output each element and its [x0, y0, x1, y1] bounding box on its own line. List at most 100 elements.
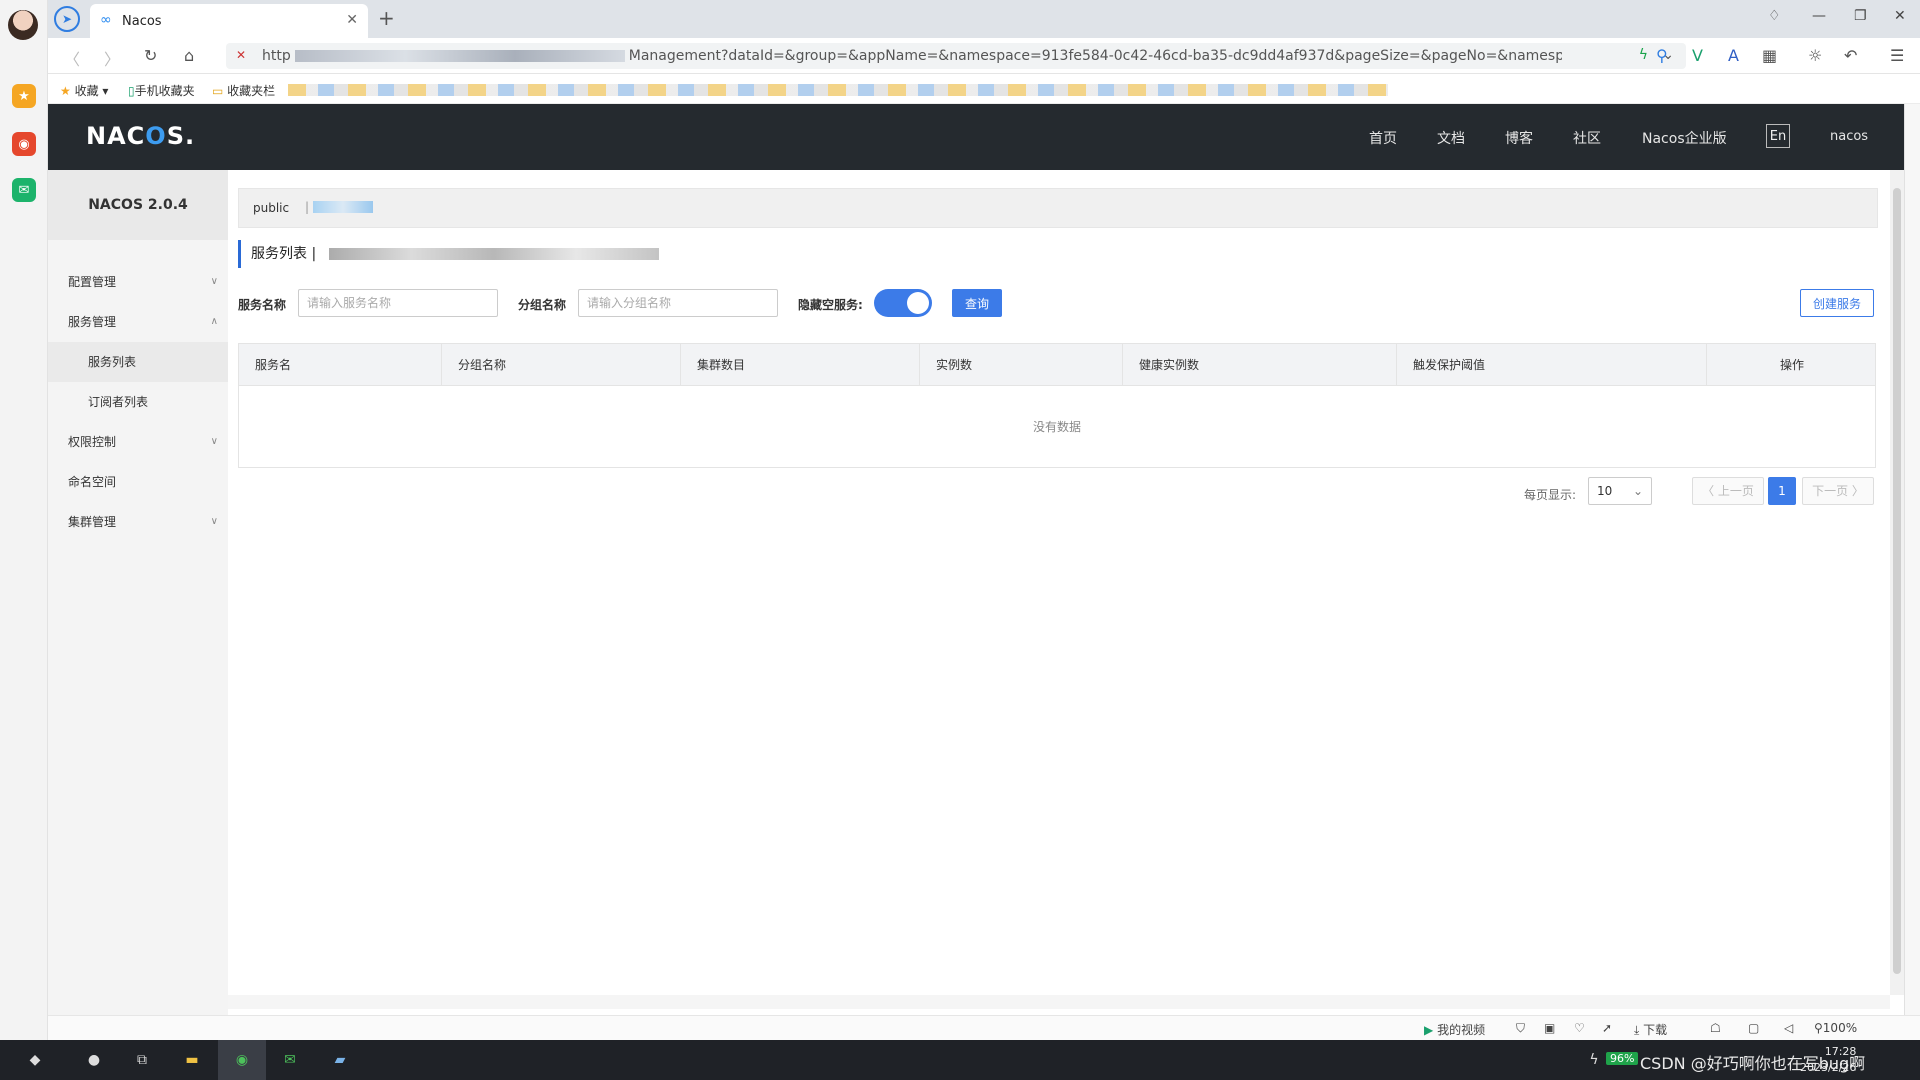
namespace-separator: | [305, 200, 310, 214]
new-tab-icon[interactable]: + [378, 6, 395, 30]
editor-icon[interactable]: ▰ [326, 1048, 354, 1072]
nav-docs[interactable]: 文档 [1437, 128, 1465, 148]
browser-taskbar-icon[interactable]: ◉ [218, 1040, 266, 1080]
favorites-icon[interactable]: ★ [12, 84, 36, 108]
next-page-button[interactable]: 下一页 〉 [1802, 477, 1874, 505]
vue-devtools-icon[interactable]: V [1692, 46, 1703, 65]
skin-icon[interactable]: ♢ [1768, 8, 1781, 24]
page-size-select[interactable]: 10 ⌄ [1588, 477, 1652, 505]
clock[interactable]: 17:28 2023/2/26 [1800, 1044, 1856, 1076]
wechat-icon[interactable]: ✉ [276, 1048, 304, 1072]
namespace-public[interactable]: public [253, 201, 289, 215]
bookmark-favorites[interactable]: ★ 收藏 ▾ [60, 82, 108, 99]
nav-enterprise[interactable]: Nacos企业版 [1642, 128, 1727, 148]
bookmark-mobile[interactable]: ▯手机收藏夹 [128, 82, 195, 99]
restore-icon[interactable]: ❐ [1854, 8, 1867, 24]
rocket-icon[interactable]: ➚ [1602, 1021, 1612, 1035]
menu-namespace[interactable]: 命名空间 [48, 462, 228, 502]
menu-cluster-management[interactable]: 集群管理 ∨ [48, 502, 228, 542]
page-title: 服务列表 | [238, 240, 659, 268]
namespace-blurred[interactable] [313, 201, 373, 213]
folder-icon: ▭ [212, 84, 224, 98]
menu-label: 权限控制 [68, 435, 117, 449]
chevron-down-icon: ∨ [210, 516, 218, 527]
user-menu[interactable]: nacos [1830, 129, 1868, 144]
title-text: 服务列表 [251, 246, 307, 262]
chevron-down-icon: ∨ [210, 436, 218, 447]
menu-service-list[interactable]: 服务列表 [48, 342, 228, 382]
nav-blog[interactable]: 博客 [1505, 128, 1533, 148]
task-view-icon[interactable]: ⧉ [128, 1048, 156, 1072]
bookmark-bar-folder[interactable]: ▭ 收藏夹栏 [212, 82, 275, 99]
undo-icon[interactable]: ↶ [1844, 46, 1857, 65]
group-name-input[interactable] [578, 289, 778, 317]
weibo-icon[interactable]: ◉ [12, 132, 36, 156]
reload-icon[interactable]: ↻ [144, 46, 157, 65]
browser-menu-icon[interactable]: ➤ [54, 6, 80, 32]
start-icon[interactable]: ◆ [20, 1048, 50, 1072]
tab-title: Nacos [122, 14, 162, 29]
os-taskbar: ◆ ● ⧉ ▬ ◉ ✉ ▰ ϟ 96% CSDN @好巧啊你也在写bug啊 17… [0, 1040, 1920, 1080]
battery-indicator[interactable]: 96% [1606, 1052, 1639, 1065]
address-bar[interactable]: ✕ http Management?dataId=&group=&appName=… [226, 43, 1686, 69]
browser-tabbar: ➤ ∞ Nacos ✕ + ♢ — ❐ ✕ [48, 0, 1920, 38]
create-service-button[interactable]: 创建服务 [1800, 289, 1874, 317]
close-tab-icon[interactable]: ✕ [346, 12, 358, 28]
sound-icon[interactable]: ◁ [1784, 1021, 1793, 1035]
page-size-value: 10 [1597, 484, 1613, 498]
apps-icon[interactable]: ▦ [1762, 46, 1777, 65]
heart-icon[interactable]: ♡ [1574, 1021, 1585, 1035]
back-icon[interactable]: 〈 [64, 46, 80, 70]
menu-config-management[interactable]: 配置管理 ∨ [48, 262, 228, 302]
col-service-name: 服务名 [239, 344, 442, 386]
language-toggle[interactable]: En [1766, 124, 1790, 148]
translate-icon[interactable]: A [1728, 46, 1739, 65]
chevron-up-icon: ∧ [210, 316, 218, 327]
query-button[interactable]: 查询 [952, 289, 1002, 317]
hide-empty-toggle[interactable] [874, 289, 932, 317]
menu-service-management[interactable]: 服务管理 ∧ [48, 302, 228, 342]
prev-page-button[interactable]: 〈 上一页 [1692, 477, 1764, 505]
toggle-knob [907, 292, 929, 314]
speed-icon[interactable]: ϟ [1639, 47, 1648, 63]
menu-icon[interactable]: ☰ [1890, 46, 1904, 65]
vertical-scrollbar[interactable] [1890, 170, 1904, 995]
nacos-logo[interactable]: NACOS. [86, 122, 195, 150]
menu-subscriber-list[interactable]: 订阅者列表 [48, 382, 228, 422]
zoom-control[interactable]: ⚲100% [1814, 1021, 1857, 1035]
menu-label: 服务管理 [68, 315, 117, 329]
file-explorer-icon[interactable]: ▬ [178, 1048, 206, 1072]
table-header: 服务名 分组名称 集群数目 实例数 健康实例数 触发保护阈值 操作 [239, 344, 1875, 386]
brightness-icon[interactable]: ☼ [1808, 46, 1822, 65]
fullscreen-icon[interactable]: ▢ [1748, 1021, 1759, 1035]
menu-access-control[interactable]: 权限控制 ∨ [48, 422, 228, 462]
game-icon[interactable]: ☖ [1710, 1021, 1721, 1035]
nav-community[interactable]: 社区 [1573, 128, 1601, 148]
mail-icon[interactable]: ✉ [12, 178, 36, 202]
image-icon[interactable]: ▣ [1544, 1021, 1555, 1035]
scroll-thumb[interactable] [1893, 188, 1901, 974]
chat-icon[interactable]: ● [80, 1048, 108, 1072]
title-blurred [328, 248, 659, 260]
star-icon: ★ [60, 84, 71, 98]
user-avatar[interactable] [8, 10, 38, 40]
browser-tab[interactable]: ∞ Nacos ✕ [90, 4, 368, 38]
nav-home[interactable]: 首页 [1369, 128, 1397, 148]
home-icon[interactable]: ⌂ [184, 46, 194, 65]
menu-label: 配置管理 [68, 275, 117, 289]
col-group-name: 分组名称 [442, 344, 681, 386]
search-icon[interactable]: ⚲ [1656, 46, 1668, 65]
download-link[interactable]: ⤓ 下载 [1634, 1021, 1667, 1038]
close-window-icon[interactable]: ✕ [1894, 8, 1906, 24]
page-size-label: 每页显示: [1524, 488, 1577, 502]
page-1-button[interactable]: 1 [1768, 477, 1796, 505]
shield-icon[interactable]: ⛉ [1516, 1021, 1525, 1036]
service-name-input[interactable] [298, 289, 498, 317]
horizontal-scrollbar[interactable] [228, 995, 1890, 1009]
nacos-sidebar: NACOS 2.0.4 配置管理 ∨ 服务管理 ∧ 服务列表 订阅者列表 权限控… [48, 170, 228, 1015]
namespace-bar: public | [238, 188, 1878, 228]
forward-icon[interactable]: 〉 [104, 46, 120, 70]
minimize-icon[interactable]: — [1812, 8, 1826, 24]
my-video-link[interactable]: ▶ 我的视频 [1424, 1021, 1485, 1038]
version-label: NACOS 2.0.4 [48, 170, 228, 240]
